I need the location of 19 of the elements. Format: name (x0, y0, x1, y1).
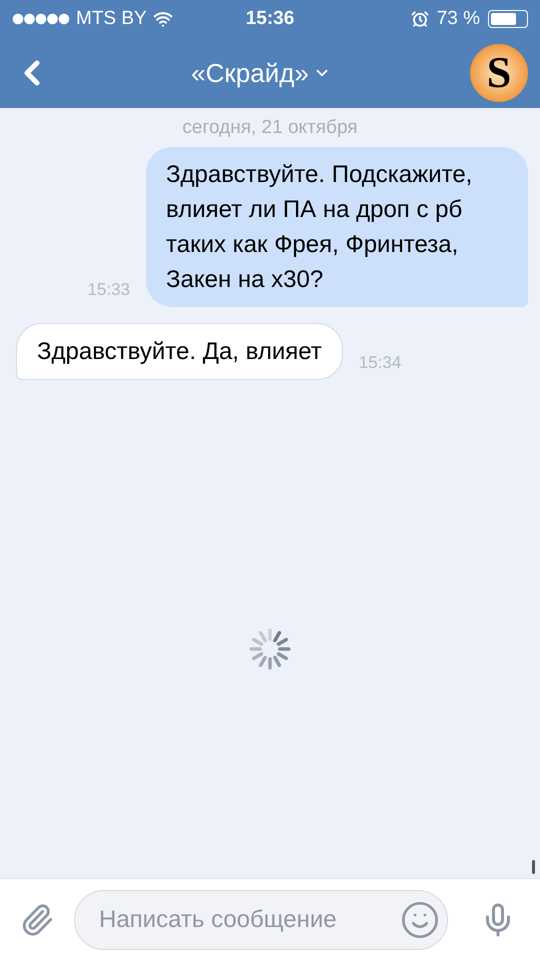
clock-time: 15:36 (246, 6, 294, 31)
chat-title[interactable]: «Скрайд» (191, 54, 309, 92)
attach-button[interactable] (20, 902, 54, 936)
chat-avatar[interactable]: S (470, 44, 528, 102)
message-time: 15:34 (358, 352, 402, 374)
signal-icon (12, 13, 70, 25)
battery-percent: 73 % (436, 6, 480, 31)
battery-icon (488, 10, 528, 28)
scroll-indicator (532, 860, 535, 874)
message-input-field[interactable]: Написать сообщение (74, 890, 448, 950)
wifi-icon (152, 9, 173, 29)
emoji-icon[interactable] (400, 900, 440, 940)
alarm-icon (410, 10, 429, 28)
loading-spinner-icon (248, 626, 292, 671)
message-bubble: Здравствуйте. Подскажите, влияет ли ПА на дроп с рб таких как Фрея, Фринтеза, Закен на х30? (146, 146, 528, 306)
carrier-name: MTS BY (76, 6, 147, 31)
message-time: 15:33 (87, 279, 130, 301)
message-bubble: Здравствуйте. Да, влияет (16, 322, 343, 380)
date-separator: сегодня, 21 октября (182, 116, 358, 140)
